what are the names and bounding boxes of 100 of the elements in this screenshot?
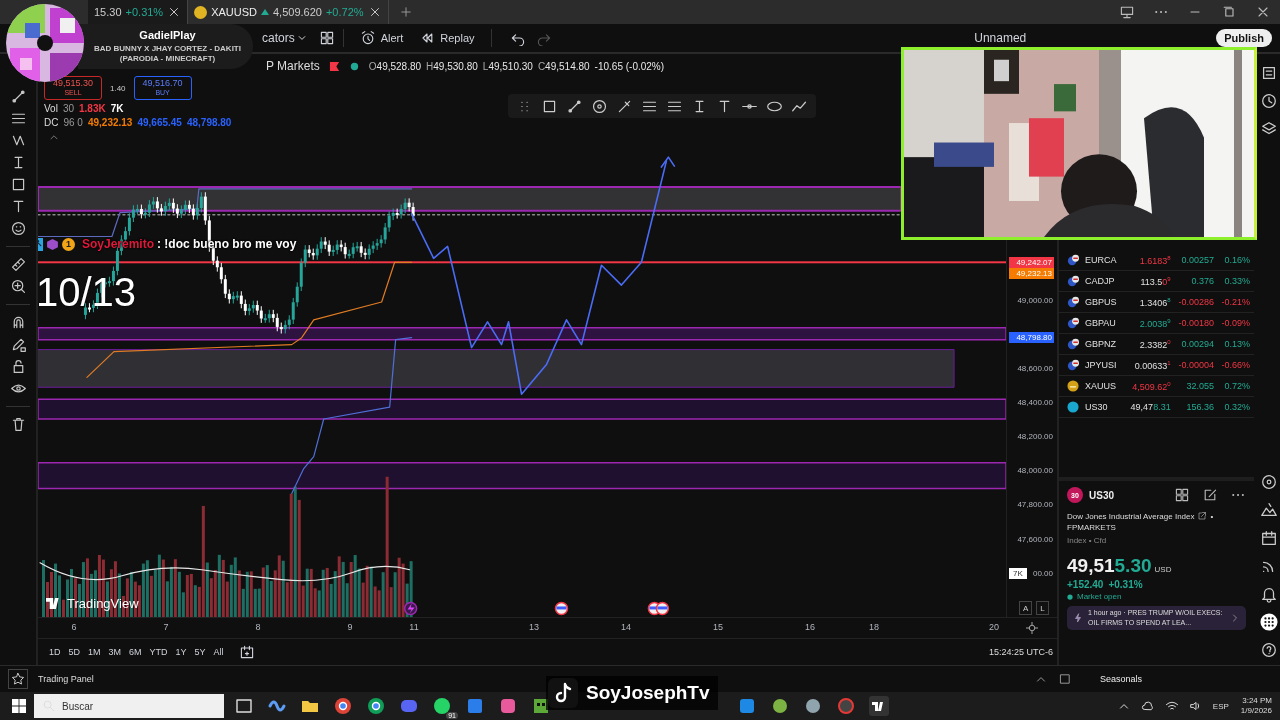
- price-tick: 49,000.00: [1017, 296, 1053, 305]
- coin-icon: [194, 5, 208, 19]
- browser-icon[interactable]: [333, 696, 353, 716]
- indicator-value: 49,665.45: [137, 117, 182, 128]
- language-indicator[interactable]: ESP: [1212, 701, 1229, 711]
- range-button[interactable]: 5Y: [191, 647, 209, 658]
- currency-flag-icon: [1067, 338, 1079, 350]
- alert-button[interactable]: Alert: [351, 30, 412, 46]
- scale-button[interactable]: A: [1019, 601, 1033, 616]
- chart-clock: 15:24:25 UTC-6: [988, 647, 1053, 658]
- range-button[interactable]: All: [210, 647, 227, 658]
- currency-label: USD: [1154, 565, 1172, 574]
- range-button[interactable]: 5D: [65, 647, 84, 658]
- flag-icon[interactable]: [554, 601, 569, 616]
- grid-icon[interactable]: [318, 30, 335, 46]
- symbol-title: US30: [1089, 489, 1114, 501]
- status-dot-icon: [348, 60, 360, 72]
- browser-icon[interactable]: [366, 696, 386, 716]
- target-icon[interactable]: [591, 97, 608, 115]
- time-tick: 7: [162, 622, 170, 633]
- channel-name: GadielPlay: [139, 29, 196, 41]
- layout-name-button[interactable]: Unnamed: [974, 31, 1027, 45]
- monitor-icon[interactable]: [1119, 4, 1135, 20]
- watchlist-row[interactable]: GBPUS 1.3406$^{8}$ -0.00286 -0.21%: [1059, 292, 1254, 313]
- taskbar-search-field[interactable]: Buscar: [34, 694, 224, 718]
- grid-icon[interactable]: [1174, 487, 1190, 503]
- apps-grid-icon[interactable]: [1260, 613, 1278, 631]
- scale-button[interactable]: L: [1036, 601, 1050, 616]
- app-icon[interactable]: [803, 696, 823, 716]
- range-button[interactable]: 1Y: [172, 647, 190, 658]
- range-button[interactable]: 1D: [46, 647, 64, 658]
- clock-icon[interactable]: [1260, 92, 1278, 110]
- help-icon[interactable]: [1260, 641, 1278, 659]
- instrument-name[interactable]: Dow Jones Industrial Average Index: [1067, 511, 1195, 521]
- publish-button[interactable]: Publish: [1216, 29, 1272, 47]
- target-icon[interactable]: [1260, 473, 1278, 491]
- tradingview-app-icon[interactable]: [869, 696, 889, 716]
- app-icon[interactable]: [836, 696, 856, 716]
- trend-line-icon[interactable]: [566, 97, 583, 115]
- calendar-app-icon[interactable]: [465, 696, 485, 716]
- chart-tab[interactable]: 15.30 +0.31%: [88, 0, 189, 24]
- time-tick: 8: [254, 622, 262, 633]
- restore-icon[interactable]: [1221, 4, 1237, 20]
- price-marker: 48,798.80: [1009, 332, 1054, 343]
- cloud-icon[interactable]: [1140, 699, 1155, 713]
- price-marker: 49,242.07: [1009, 257, 1054, 268]
- currency-flag-icon: [1067, 359, 1079, 371]
- bell-icon[interactable]: [1260, 585, 1278, 603]
- range-button[interactable]: 3M: [105, 647, 125, 658]
- trend-line-icon[interactable]: [9, 88, 27, 105]
- calendar-icon[interactable]: [1260, 529, 1278, 547]
- taskbar-date[interactable]: 1/9/2026: [1240, 706, 1272, 716]
- spread-value: 1.40: [110, 83, 126, 93]
- watchlist-row[interactable]: EURCA 1.6183$^{8}$ 0.00257 0.16%: [1059, 250, 1254, 271]
- smiley-icon[interactable]: [9, 220, 27, 237]
- time-tick: 15: [712, 622, 724, 633]
- watchlist-row[interactable]: CADJP 113.50$^{9}$ 0.376 0.33%: [1059, 271, 1254, 292]
- external-link-icon[interactable]: [1197, 511, 1208, 521]
- watchlist-row[interactable]: XAUUS 4,509.62$^{0}$ 32.055 0.72%: [1059, 376, 1254, 397]
- ohlc-value: L49,510.30: [482, 60, 533, 72]
- range-button[interactable]: 1M: [85, 647, 104, 658]
- zoom-in-icon[interactable]: [9, 278, 27, 295]
- price-tick: 00.00: [1032, 569, 1053, 578]
- flag-icon[interactable]: [655, 601, 670, 616]
- trading-panel-tab[interactable]: Trading Panel: [38, 674, 94, 684]
- photo-app-icon[interactable]: [498, 696, 518, 716]
- replay-button[interactable]: Replay: [411, 30, 483, 46]
- indicator-value: 1.83K: [79, 103, 106, 114]
- percent-change: +0.31%: [1108, 579, 1143, 590]
- price-tick: 47,600.00: [1017, 535, 1053, 544]
- settings-icon[interactable]: [1025, 621, 1039, 636]
- watchlist-row[interactable]: GBPNZ 2.3382$^{0}$ 0.00294 0.13%: [1059, 334, 1254, 355]
- maximize-icon[interactable]: [1058, 672, 1072, 686]
- app-icon[interactable]: [770, 696, 790, 716]
- lightning-icon[interactable]: [403, 601, 418, 616]
- price-change: +152.40: [1067, 579, 1104, 590]
- price-marker: 49,232.13: [1009, 268, 1054, 279]
- range-button[interactable]: YTD: [146, 647, 171, 658]
- mountains-icon[interactable]: [1260, 501, 1278, 519]
- time-tick: 20: [988, 622, 1000, 633]
- symbol-name: P Markets: [266, 59, 320, 73]
- app-icon[interactable]: [737, 696, 757, 716]
- calendar-icon[interactable]: [238, 644, 255, 661]
- indicator-name: Vol: [44, 103, 58, 114]
- edit-icon[interactable]: [1202, 487, 1218, 503]
- indicator-value: 7K: [110, 103, 124, 114]
- watchlist-row[interactable]: GBPAU 2.0038$^{9}$ -0.00180 -0.09%: [1059, 313, 1254, 334]
- indicators-button[interactable]: cators: [262, 31, 295, 45]
- taskbar-time[interactable]: 3:24 PM: [1242, 696, 1272, 706]
- alarm-clock-icon: [359, 30, 376, 46]
- ruler-icon[interactable]: [9, 256, 27, 273]
- watchlist-row[interactable]: US30 49,478.31 156.36 0.32%: [1059, 397, 1254, 418]
- list-icon[interactable]: [1260, 64, 1278, 82]
- lightning-icon: [1073, 613, 1083, 623]
- range-button[interactable]: 6M: [126, 647, 145, 658]
- up-arrow-icon: [261, 8, 269, 16]
- watchlist-row[interactable]: JPYUSI 0.00633$^{1}$ -0.00004 -0.66%: [1059, 355, 1254, 376]
- windows-start-icon[interactable]: [12, 699, 26, 713]
- task-view-icon[interactable]: [234, 696, 254, 716]
- time-tick: 18: [868, 622, 880, 633]
